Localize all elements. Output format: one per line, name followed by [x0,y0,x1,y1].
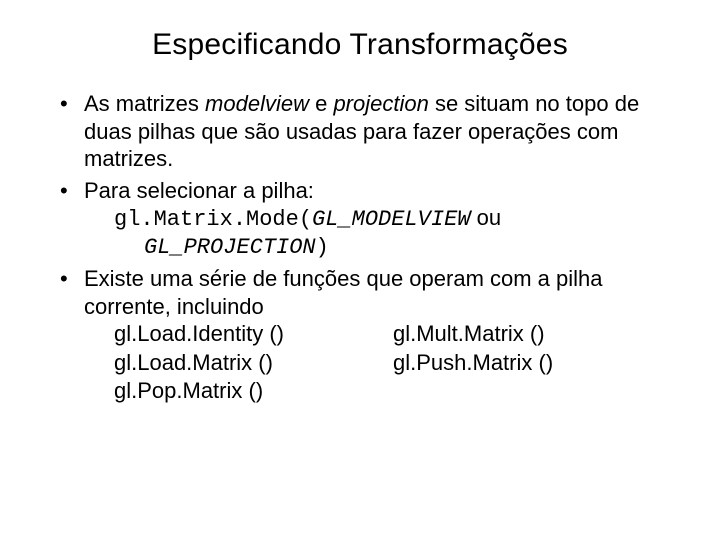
fn-load-matrix: gl.Load.Matrix () [114,349,393,378]
code-close-paren: ) [316,235,329,260]
bullet-list: As matrizes modelview e projection se si… [48,90,672,406]
bullet-1: As matrizes modelview e projection se si… [54,90,672,173]
code-fn-matrixmode: gl.Matrix.Mode( [114,207,312,232]
bullet-2-code-line2: GL_PROJECTION) [84,234,672,262]
code-const-modelview: GL_MODELVIEW [312,207,470,232]
bullet-2: Para selecionar a pilha: gl.Matrix.Mode(… [54,177,672,262]
fn-mult-matrix: gl.Mult.Matrix () [393,320,672,349]
slide-title: Especificando Transformações [48,28,672,62]
function-col-right: gl.Mult.Matrix () gl.Push.Matrix () [393,320,672,406]
fn-pop-matrix: gl.Pop.Matrix () [114,377,393,406]
bullet-1-text-mid: e [309,91,333,116]
code-tail-ou: ou [470,205,501,230]
bullet-1-italic-projection: projection [333,91,428,116]
bullet-1-italic-modelview: modelview [205,91,309,116]
fn-push-matrix: gl.Push.Matrix () [393,349,672,378]
bullet-3: Existe uma série de funções que operam c… [54,265,672,406]
function-columns: gl.Load.Identity () gl.Load.Matrix () gl… [84,320,672,406]
bullet-3-text: Existe uma série de funções que operam c… [84,266,603,319]
bullet-2-code-line1: gl.Matrix.Mode(GL_MODELVIEW ou [84,204,672,234]
fn-load-identity: gl.Load.Identity () [114,320,393,349]
slide: Especificando Transformações As matrizes… [0,0,720,540]
bullet-1-text-pre: As matrizes [84,91,205,116]
bullet-2-text: Para selecionar a pilha: [84,178,314,203]
function-col-left: gl.Load.Identity () gl.Load.Matrix () gl… [114,320,393,406]
code-const-projection: GL_PROJECTION [144,235,316,260]
